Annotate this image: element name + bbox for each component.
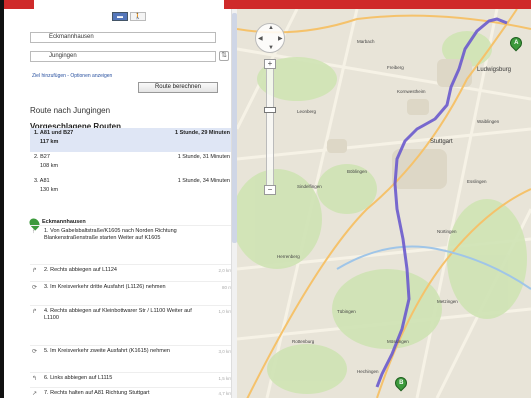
step-distance: 4,7 km bbox=[218, 391, 232, 396]
origin-input[interactable]: Eckmannhausen bbox=[30, 32, 216, 43]
step-text: 1. Von Gabelsbaltstraße/K1605 nach Norde… bbox=[44, 228, 177, 241]
route-time: 1 Stunde, 31 Minuten bbox=[177, 154, 230, 160]
add-destination-link[interactable]: Ziel hinzufügen - Optionen anzeigen bbox=[32, 73, 112, 79]
route-distance: 130 km bbox=[40, 187, 59, 193]
town-label: Freiberg bbox=[387, 65, 404, 70]
step-distance: 1,0 km bbox=[218, 309, 232, 314]
roundabout-icon: ⟳ bbox=[32, 349, 38, 355]
walk-mode-button[interactable]: 🚶 bbox=[130, 12, 146, 21]
destination-input[interactable]: Jungingen bbox=[30, 51, 216, 62]
route-heading: Route nach Jungingen bbox=[30, 106, 111, 115]
route-name: 2. B27 bbox=[34, 154, 50, 160]
zoom-out-button[interactable]: − bbox=[264, 185, 276, 195]
step-text: 5. Im Kreisverkehr zweite Ausfahrt (K161… bbox=[44, 348, 170, 354]
pan-down-icon[interactable]: ▼ bbox=[268, 45, 274, 51]
pan-left-icon[interactable]: ◀ bbox=[258, 35, 263, 42]
walk-icon: 🚶 bbox=[134, 14, 142, 20]
city-label: Stuttgart bbox=[430, 139, 453, 145]
step-text: 7. Rechts halten auf A81 Richtung Stuttg… bbox=[44, 390, 150, 396]
route-option-2[interactable]: 2. B27 1 Stunde, 31 Minuten 108 km bbox=[30, 152, 234, 176]
pan-right-icon[interactable]: ▶ bbox=[278, 35, 283, 42]
town-label: Sindelfingen bbox=[297, 184, 322, 189]
step-text: 2. Rechts abbiegen auf L1124 bbox=[44, 267, 117, 273]
car-mode-button[interactable]: ▬ bbox=[112, 12, 128, 21]
pan-up-icon[interactable]: ▲ bbox=[268, 25, 274, 31]
step-distance: 3,0 km bbox=[218, 349, 232, 354]
town-label: Esslingen bbox=[467, 179, 487, 184]
straight-arrow-icon: ↑ bbox=[32, 229, 35, 235]
direction-step[interactable]: ↗ 7. Rechts halten auf A81 Richtung Stut… bbox=[30, 387, 234, 398]
town-label: Hechingen bbox=[357, 369, 379, 374]
direction-step[interactable]: ⟳ 5. Im Kreisverkehr zweite Ausfahrt (K1… bbox=[30, 345, 234, 365]
route-option-3[interactable]: 3. A81 1 Stunde, 34 Minuten 130 km bbox=[30, 176, 234, 200]
step-text: 6. Links abbiegen auf L1115 bbox=[44, 375, 113, 381]
town-label: Herrenberg bbox=[277, 254, 300, 259]
town-label: Leonberg bbox=[297, 109, 317, 114]
step-distance: 1,5 km bbox=[218, 376, 232, 381]
route-time: 1 Stunde, 34 Minuten bbox=[177, 178, 230, 184]
direction-step[interactable]: ↑ 1. Von Gabelsbaltstraße/K1605 nach Nor… bbox=[30, 225, 234, 255]
route-option-1[interactable]: 1. A81 und B27 1 Stunde, 29 Minuten 117 … bbox=[30, 128, 234, 152]
car-icon: ▬ bbox=[117, 13, 123, 20]
map-view[interactable]: Stuttgart Ludwigsburg Marbach Freiberg K… bbox=[237, 9, 531, 398]
town-label: Rottenburg bbox=[292, 339, 315, 344]
town-label: Böblingen bbox=[347, 169, 368, 174]
route-name: 3. A81 bbox=[34, 178, 50, 184]
zoom-in-button[interactable]: + bbox=[264, 59, 276, 69]
travel-mode-selector: ▬ 🚶 bbox=[112, 12, 146, 21]
town-label: Tübingen bbox=[337, 309, 356, 314]
route-time: 1 Stunde, 29 Minuten bbox=[174, 130, 230, 136]
direction-step[interactable]: ↱ 2. Rechts abbiegen auf L1124 2,0 km bbox=[30, 264, 234, 278]
step-text: 4. Rechts abbiegen auf Kleinbottwarer St… bbox=[44, 308, 192, 321]
swap-waypoints-icon[interactable]: ⇅ bbox=[219, 51, 229, 61]
town-label: Mössingen bbox=[387, 339, 409, 344]
route-name: 1. A81 und B27 bbox=[34, 130, 74, 136]
turn-left-icon: ↰ bbox=[32, 376, 38, 382]
town-label: Waiblingen bbox=[477, 119, 500, 124]
zoom-slider-thumb[interactable] bbox=[264, 107, 276, 113]
direction-step[interactable]: ⟳ 3. Im Kreisverkehr dritte Ausfahrt (L1… bbox=[30, 281, 234, 303]
turn-right-icon: ↱ bbox=[32, 309, 38, 315]
step-distance: 2,0 km bbox=[218, 268, 232, 273]
pan-control[interactable]: ▲ ▼ ◀ ▶ bbox=[255, 23, 285, 53]
zoom-slider[interactable] bbox=[266, 67, 274, 187]
route-distance: 108 km bbox=[40, 163, 59, 169]
top-banner bbox=[4, 0, 531, 9]
turn-right-icon: ↱ bbox=[32, 268, 38, 274]
town-label: Nürtingen bbox=[437, 229, 457, 234]
direction-step[interactable]: ↱ 4. Rechts abbiegen auf Kleinbottwarer … bbox=[30, 305, 234, 343]
roundabout-icon: ⟳ bbox=[32, 285, 38, 291]
city-label: Ludwigsburg bbox=[477, 67, 512, 73]
town-label: Marbach bbox=[357, 39, 375, 44]
calculate-route-button[interactable]: Route berechnen bbox=[138, 82, 218, 93]
town-label: Kornwestheim bbox=[397, 89, 426, 94]
town-label: Metzingen bbox=[437, 299, 458, 304]
keep-right-icon: ↗ bbox=[32, 391, 38, 397]
route-distance: 117 km bbox=[40, 139, 59, 145]
direction-step[interactable]: ↰ 6. Links abbiegen auf L1115 1,5 km bbox=[30, 372, 234, 384]
directions-panel: ▬ 🚶 A Eckmannhausen B Jungingen ⇅ Ziel h… bbox=[4, 9, 237, 398]
step-text: 3. Im Kreisverkehr dritte Ausfahrt (L112… bbox=[44, 284, 166, 290]
